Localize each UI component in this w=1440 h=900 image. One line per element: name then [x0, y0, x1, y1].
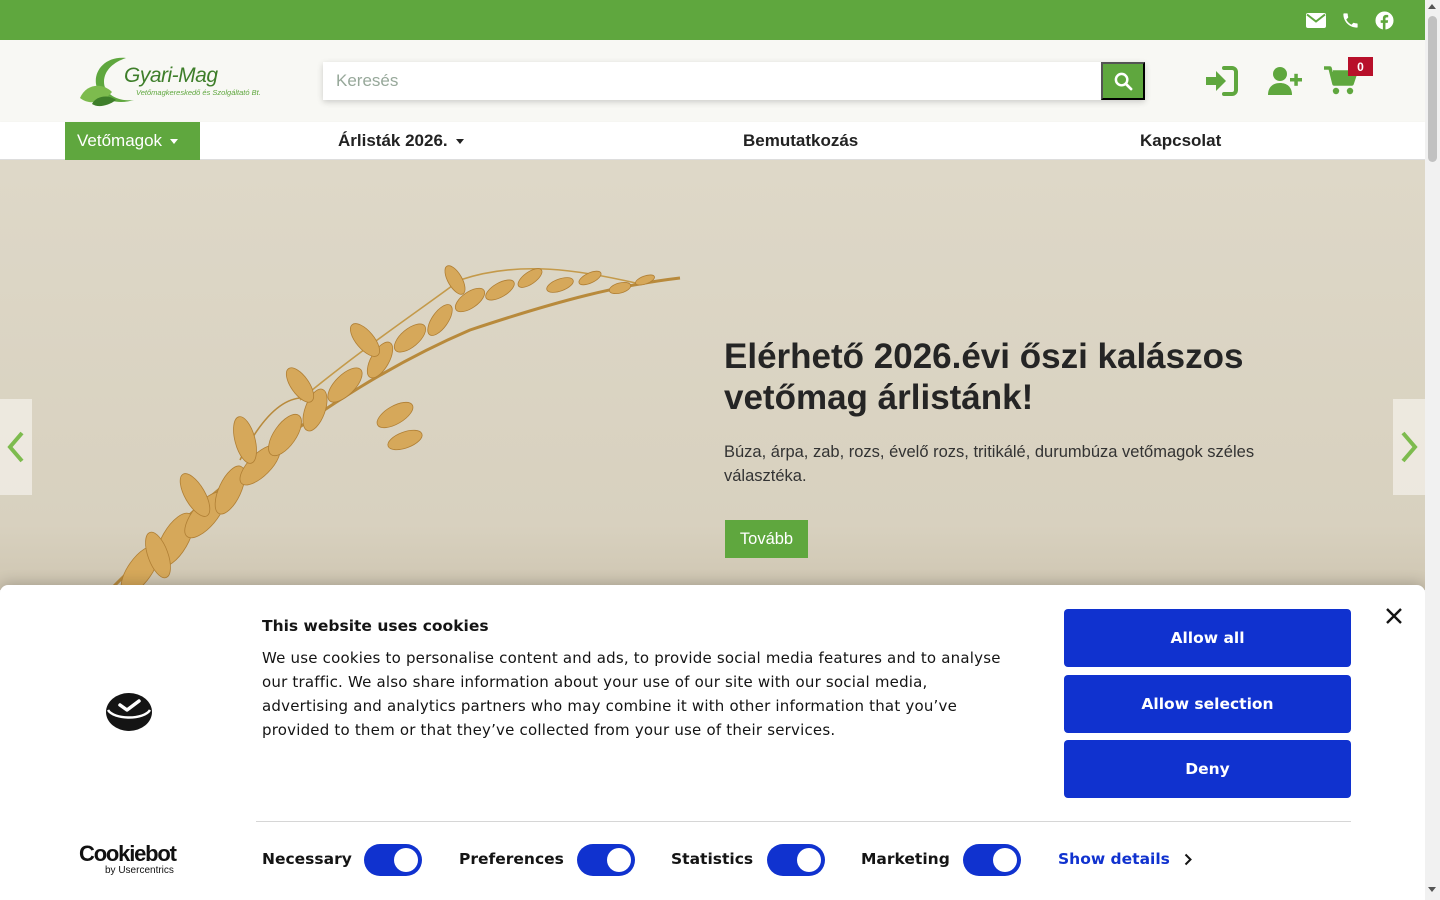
nav-item-kapcsolat[interactable]: Kapcsolat [1140, 122, 1221, 160]
scroll-down-arrow-icon[interactable] [1428, 887, 1436, 892]
oat-stalk-image [108, 265, 681, 590]
site-header: Gyari-Mag Vetőmagkereskedő és Szolgáltat… [0, 40, 1425, 122]
show-details-link[interactable]: Show details [1058, 850, 1192, 868]
cookie-divider [256, 821, 1351, 822]
site-logo[interactable]: Gyari-Mag Vetőmagkereskedő és Szolgáltat… [78, 54, 261, 108]
logo-brand-text: Gyari-Mag [124, 64, 218, 87]
nav-item-label: Vetőmagok [77, 131, 163, 150]
search-button[interactable] [1101, 62, 1145, 100]
hero-carousel: Elérhető 2026.évi őszi kalászos vetőmag … [0, 160, 1425, 590]
toggle-marketing[interactable] [963, 844, 1021, 876]
toggle-label-marketing: Marketing [861, 850, 950, 868]
allow-selection-button[interactable]: Allow selection [1064, 675, 1351, 733]
nav-item-vetomagok[interactable]: Vetőmagok [65, 122, 200, 160]
nav-item-label: Kapcsolat [1140, 131, 1222, 150]
scrollbar-thumb[interactable] [1428, 16, 1437, 162]
logo-tagline: Vetőmagkereskedő és Szolgáltató Bt. [136, 88, 261, 97]
hero-more-button[interactable]: Tovább [725, 520, 808, 558]
show-details-label: Show details [1058, 850, 1170, 868]
login-icon[interactable] [1203, 64, 1239, 98]
toggle-knob [607, 848, 631, 872]
nav-item-label: Árlisták 2026. [338, 131, 448, 150]
cookie-title: This website uses cookies [262, 617, 489, 635]
toggle-necessary[interactable] [364, 844, 422, 876]
chevron-right-icon [1184, 853, 1192, 865]
carousel-prev-button[interactable] [0, 399, 32, 495]
hero-title: Elérhető 2026.évi őszi kalászos vetőmag … [724, 337, 1244, 417]
hero-description: Búza, árpa, zab, rozs, évelő rozs, triti… [724, 443, 1255, 485]
page-scrollbar[interactable] [1425, 0, 1440, 900]
cookiebot-by-text: by Usercentrics [105, 865, 174, 876]
scroll-up-arrow-icon[interactable] [1428, 4, 1436, 9]
toggle-label-statistics: Statistics [671, 850, 754, 868]
cart-count-badge: 0 [1348, 57, 1373, 76]
deny-button[interactable]: Deny [1064, 740, 1351, 798]
search-icon [1114, 72, 1132, 90]
toggle-knob [394, 848, 418, 872]
phone-icon[interactable] [1339, 9, 1361, 31]
search-bar [323, 62, 1145, 100]
cookie-description: We use cookies to personalise content an… [262, 649, 1001, 739]
facebook-icon[interactable] [1373, 9, 1395, 31]
caret-down-icon [455, 138, 464, 144]
toggle-statistics[interactable] [767, 844, 825, 876]
toggle-knob [797, 848, 821, 872]
chevron-right-icon [1401, 431, 1418, 463]
nav-item-bemutatkozas[interactable]: Bemutatkozás [743, 122, 858, 160]
carousel-next-button[interactable] [1393, 399, 1425, 495]
nav-item-label: Bemutatkozás [743, 131, 859, 150]
cookie-consent-banner: Cookiebot by Usercentrics This website u… [0, 585, 1425, 900]
close-icon[interactable] [1384, 606, 1404, 626]
allow-all-button[interactable]: Allow all [1064, 609, 1351, 667]
toggle-label-preferences: Preferences [459, 850, 564, 868]
search-input[interactable] [323, 62, 1101, 100]
cookiebot-branding[interactable]: Cookiebot by Usercentrics [79, 841, 177, 877]
caret-down-icon [170, 138, 179, 144]
toggle-preferences[interactable] [577, 844, 635, 876]
nav-item-arlistak[interactable]: Árlisták 2026. [338, 122, 464, 160]
envelope-icon[interactable] [1305, 9, 1327, 31]
chevron-left-icon [7, 431, 24, 463]
top-bar [0, 0, 1425, 40]
toggle-knob [993, 848, 1017, 872]
main-nav: Vetőmagok Árlisták 2026. Bemutatkozás Ka… [0, 122, 1425, 160]
cookiebot-name: Cookiebot [79, 841, 177, 866]
cookiebot-logo-icon [106, 693, 152, 731]
toggle-label-necessary: Necessary [262, 850, 352, 868]
register-user-icon[interactable] [1267, 64, 1303, 98]
